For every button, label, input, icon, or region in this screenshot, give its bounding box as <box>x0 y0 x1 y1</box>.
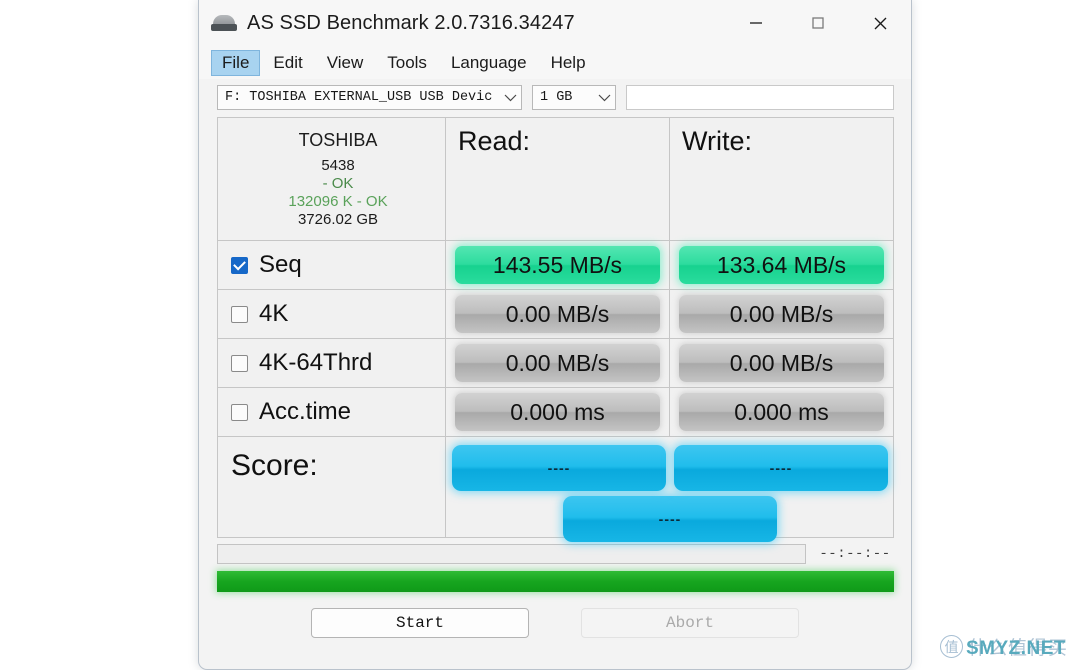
action-buttons: Start Abort <box>199 608 911 638</box>
measurement-name: Acc.time <box>259 398 352 425</box>
close-icon[interactable] <box>849 0 911 46</box>
status-field <box>217 544 806 564</box>
result-cell-4k64-read: 0.00 MB/s <box>446 339 670 387</box>
table-row: Acc.time 0.000 ms 0.000 ms <box>218 388 893 437</box>
column-header-read: Read: <box>446 118 670 240</box>
screen: AS SSD Benchmark 2.0.7316.34247 File Edi… <box>0 0 1080 670</box>
as-ssd-benchmark-window: AS SSD Benchmark 2.0.7316.34247 File Edi… <box>198 0 912 670</box>
result-value: 0.00 MB/s <box>679 344 884 382</box>
result-value: 0.000 ms <box>455 393 660 431</box>
measurement-name: Seq <box>259 251 302 278</box>
watermark: 值 什么值得买 SMYZ.NET <box>939 633 1068 660</box>
score-total: ---- <box>563 496 777 542</box>
score-write: ---- <box>674 445 888 491</box>
result-value: 143.55 MB/s <box>455 246 660 284</box>
checkbox-4k[interactable] <box>231 305 248 323</box>
menu-item-edit[interactable]: Edit <box>262 50 313 76</box>
result-value: 0.00 MB/s <box>455 295 660 333</box>
status-bar: --:--:-- <box>217 544 894 564</box>
watermark-site: SMYZ.NET <box>965 638 1066 659</box>
watermark-badge: 值 <box>939 635 963 658</box>
drive-capacity: 3726.02 GB <box>297 211 379 228</box>
hard-disk-icon <box>211 13 237 33</box>
result-value: 0.00 MB/s <box>679 295 884 333</box>
progress-track <box>217 571 894 592</box>
menu-item-language[interactable]: Language <box>440 50 538 76</box>
watermark-text: 什么值得买 <box>967 638 1068 659</box>
measurement-label-acc-time[interactable]: Acc.time <box>218 388 446 436</box>
result-cell-4k-write: 0.00 MB/s <box>670 290 893 338</box>
results-grid: TOSHIBA 5438 - OK 132096 K - OK 3726.02 … <box>217 117 894 542</box>
score-row: Score: ---- ---- ---- <box>218 437 894 542</box>
measurement-name: 4K <box>259 300 289 327</box>
info-field[interactable] <box>626 84 894 110</box>
start-button[interactable]: Start <box>311 608 529 638</box>
abort-button: Abort <box>581 608 799 638</box>
column-header-write: Write: <box>682 126 753 156</box>
drive-firmware: 5438 <box>321 157 355 174</box>
chevron-down-icon <box>504 93 517 102</box>
result-value: 133.64 MB/s <box>679 246 884 284</box>
grid-header-row: TOSHIBA 5438 - OK 132096 K - OK 3726.02 … <box>218 118 893 241</box>
measurement-label-4k-64thrd[interactable]: 4K-64Thrd <box>218 339 446 387</box>
drive-model: TOSHIBA <box>298 130 378 150</box>
maximize-icon[interactable] <box>787 0 849 46</box>
table-row: Seq 143.55 MB/s 133.64 MB/s <box>218 241 893 290</box>
score-read: ---- <box>452 445 666 491</box>
checkbox-4k-64thrd[interactable] <box>231 354 248 372</box>
drive-select-value: F: TOSHIBA EXTERNAL_USB USB Devic <box>225 89 493 105</box>
menu-item-help[interactable]: Help <box>540 50 597 76</box>
result-cell-acctime-read: 0.000 ms <box>446 388 670 436</box>
toolbar: F: TOSHIBA EXTERNAL_USB USB Devic 1 GB <box>199 79 911 115</box>
menu-item-file[interactable]: File <box>211 49 261 76</box>
test-size-value: 1 GB <box>540 89 573 105</box>
score-area: ---- ---- ---- <box>446 437 894 542</box>
checkbox-acc-time[interactable] <box>231 403 248 421</box>
result-cell-4k-read: 0.00 MB/s <box>446 290 670 338</box>
result-value: 0.000 ms <box>679 393 884 431</box>
drive-select[interactable]: F: TOSHIBA EXTERNAL_USB USB Devic <box>217 84 522 110</box>
result-cell-acctime-write: 0.000 ms <box>670 388 893 436</box>
minimize-icon[interactable] <box>725 0 787 46</box>
result-cell-4k64-write: 0.00 MB/s <box>670 339 893 387</box>
progress-bar <box>217 571 894 592</box>
measurement-name: 4K-64Thrd <box>259 349 373 376</box>
measurement-label-seq[interactable]: Seq <box>218 241 446 289</box>
drive-alignment: 132096 K - OK <box>288 193 388 210</box>
window-title: AS SSD Benchmark 2.0.7316.34247 <box>247 11 575 34</box>
checkbox-seq[interactable] <box>231 256 248 274</box>
drive-driver-status: - OK <box>322 175 354 192</box>
menu-bar: File Edit View Tools Language Help <box>199 46 911 79</box>
table-row: 4K 0.00 MB/s 0.00 MB/s <box>218 290 893 339</box>
result-cell-seq-write: 133.64 MB/s <box>670 241 893 289</box>
window-controls <box>725 0 911 46</box>
title-bar[interactable]: AS SSD Benchmark 2.0.7316.34247 <box>199 0 911 46</box>
menu-item-view[interactable]: View <box>316 50 375 76</box>
score-label: Score: <box>218 437 446 537</box>
chevron-down-icon <box>598 93 611 102</box>
test-size-select[interactable]: 1 GB <box>532 84 616 110</box>
result-value: 0.00 MB/s <box>455 344 660 382</box>
drive-info-panel: TOSHIBA 5438 - OK 132096 K - OK 3726.02 … <box>218 118 446 240</box>
table-row: 4K-64Thrd 0.00 MB/s 0.00 MB/s <box>218 339 893 388</box>
menu-item-tools[interactable]: Tools <box>376 50 438 76</box>
elapsed-time: --:--:-- <box>819 546 891 562</box>
measurement-label-4k[interactable]: 4K <box>218 290 446 338</box>
result-cell-seq-read: 143.55 MB/s <box>446 241 670 289</box>
